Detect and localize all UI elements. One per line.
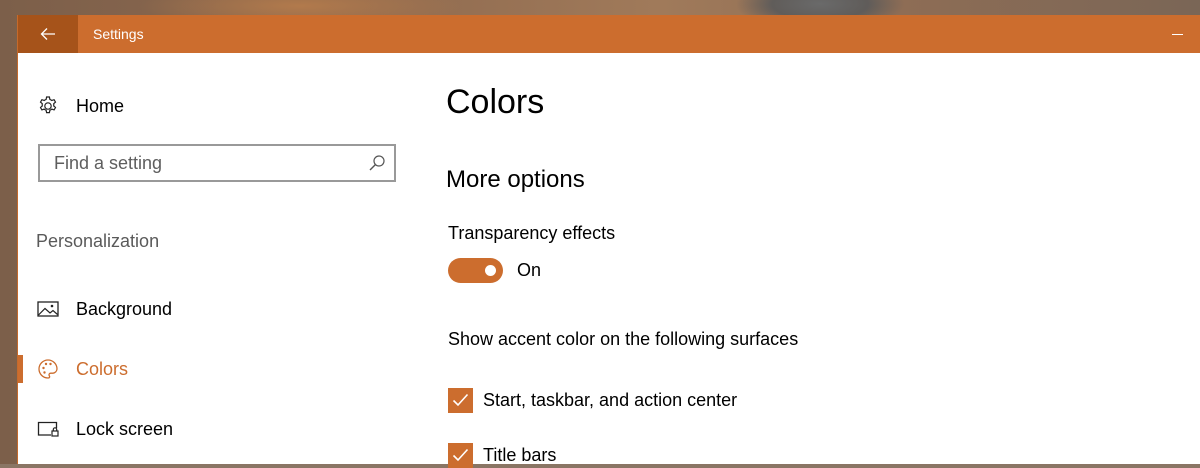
toggle-state-label: On: [517, 260, 542, 280]
minimize-icon: [1171, 33, 1183, 35]
home-nav-item[interactable]: Home: [37, 94, 124, 118]
active-indicator: [18, 355, 23, 383]
search-icon[interactable]: [368, 154, 386, 172]
transparency-effects-label: Transparency effects: [448, 223, 616, 243]
sidebar-item-colors[interactable]: Colors: [18, 347, 418, 391]
page-title: Colors: [446, 83, 545, 121]
section-label-personalization: Personalization: [36, 231, 160, 251]
sidebar-item-label: Lock screen: [76, 418, 174, 439]
checkbox[interactable]: [448, 387, 473, 413]
window-title: Settings: [93, 26, 144, 42]
toggle-knob: [485, 265, 496, 276]
sidebar-item-background[interactable]: Background: [18, 287, 418, 331]
checkbox-title-bars[interactable]: Title bars: [448, 442, 556, 468]
sidebar-item-label: Colors: [76, 358, 129, 379]
title-bar: Settings: [18, 15, 1200, 53]
section-heading-more-options: More options: [446, 166, 585, 193]
sidebar-item-lock-screen[interactable]: Lock screen: [18, 407, 418, 451]
home-label: Home: [76, 95, 125, 116]
sidebar-item-label: Background: [76, 298, 173, 319]
back-arrow-icon: [40, 28, 55, 40]
transparency-toggle[interactable]: [448, 258, 503, 283]
back-button[interactable]: [18, 15, 78, 53]
search-box: [38, 144, 396, 182]
checkbox-start-taskbar[interactable]: Start, taskbar, and action center: [448, 387, 737, 413]
minimize-button[interactable]: [1154, 15, 1200, 53]
checkbox-label: Start, taskbar, and action center: [483, 389, 738, 410]
settings-window: Settings Home Personalization: [18, 15, 1200, 468]
palette-icon: [37, 358, 59, 380]
picture-icon: [37, 298, 59, 320]
checkbox-label: Title bars: [483, 444, 557, 465]
checkmark-icon: [452, 393, 469, 407]
checkmark-icon: [452, 448, 469, 462]
sidebar: Home Personalization Background: [18, 53, 418, 464]
accent-surfaces-label: Show accent color on the following surfa…: [448, 329, 799, 349]
lock-screen-icon: [37, 418, 59, 440]
search-input[interactable]: [40, 146, 354, 180]
main-content: Colors More options Transparency effects…: [446, 53, 1186, 468]
gear-icon: [39, 96, 57, 114]
